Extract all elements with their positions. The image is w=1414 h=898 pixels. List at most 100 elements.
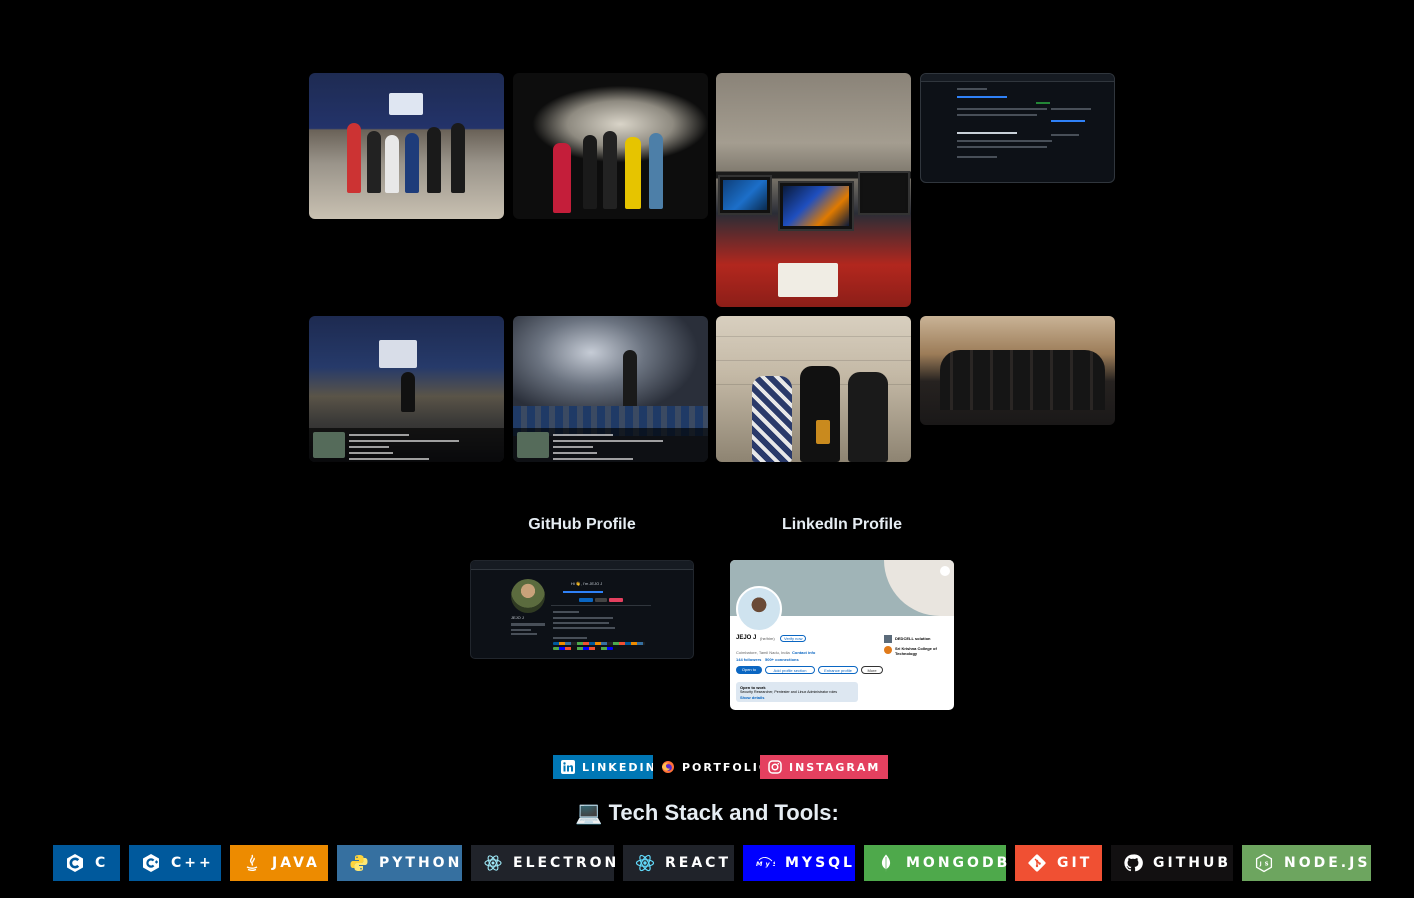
person-figure bbox=[427, 127, 441, 193]
college-logo bbox=[884, 646, 892, 654]
gps-line bbox=[553, 446, 593, 448]
instagram-badge[interactable]: INSTAGRAM bbox=[760, 755, 889, 779]
gh-badge bbox=[553, 647, 613, 650]
tech-badge-java[interactable]: JAVA bbox=[230, 845, 328, 881]
tech-badge-nodejs[interactable]: JS NODE.JS bbox=[1242, 845, 1371, 881]
gallery-photo-award bbox=[513, 73, 708, 219]
gh-line bbox=[553, 622, 609, 624]
person-figure bbox=[385, 135, 399, 193]
gps-line bbox=[553, 452, 597, 454]
tech-label: C++ bbox=[171, 855, 214, 871]
connections-link[interactable]: 500+ connections bbox=[765, 657, 799, 662]
firefox-icon bbox=[661, 760, 675, 774]
open-to-work-box[interactable]: Open to work Security Researcher, Pentes… bbox=[736, 682, 858, 702]
gps-map-thumbnail bbox=[313, 432, 345, 458]
portfolio-badge-label: PORTFOLIO bbox=[682, 760, 771, 774]
person-figure bbox=[752, 376, 792, 462]
tech-badge-electron[interactable]: ELECTRON bbox=[471, 845, 616, 881]
linkedin-pronoun: (he/him) bbox=[760, 636, 775, 641]
person-figure bbox=[603, 131, 617, 209]
gps-line bbox=[349, 440, 459, 442]
repo-line bbox=[957, 114, 1037, 116]
tech-badge-cpp[interactable]: C++ bbox=[129, 845, 221, 881]
show-details-link[interactable]: Show details bbox=[740, 695, 764, 700]
tech-label: C bbox=[95, 855, 109, 871]
repo-line bbox=[957, 132, 1017, 134]
avatar bbox=[511, 579, 545, 613]
linkedin-badge[interactable]: LINKEDIN bbox=[553, 755, 665, 779]
gps-line bbox=[349, 446, 389, 448]
gh-line bbox=[563, 591, 603, 593]
person-figure bbox=[367, 131, 381, 193]
org-1: DEDCELL solution bbox=[895, 636, 931, 641]
gh-badge bbox=[553, 642, 645, 645]
linkedin-profile-screenshot[interactable]: JEJO J (he/him) Verify now Coimbatore, T… bbox=[730, 560, 954, 710]
svg-text:MySQL: MySQL bbox=[756, 860, 775, 868]
gps-line bbox=[349, 458, 429, 460]
instagram-icon bbox=[768, 760, 782, 774]
verify-button[interactable]: Verify now bbox=[780, 635, 807, 642]
gh-badge bbox=[595, 598, 607, 602]
gallery-photo-audience-talk bbox=[513, 316, 708, 462]
tech-label: GITHUB bbox=[1153, 855, 1232, 871]
mongodb-icon bbox=[876, 853, 896, 873]
award-trophy bbox=[816, 420, 830, 444]
gps-stamp bbox=[309, 428, 504, 462]
projector-screen bbox=[379, 340, 417, 368]
gps-stamp bbox=[513, 428, 708, 462]
person-figure bbox=[583, 135, 597, 209]
more-button[interactable]: More bbox=[861, 666, 883, 674]
repo-line bbox=[957, 156, 997, 158]
tech-badge-github[interactable]: GITHUB bbox=[1111, 845, 1233, 881]
instagram-badge-label: INSTAGRAM bbox=[789, 760, 881, 774]
gallery-photo-seminar-hall bbox=[309, 316, 504, 462]
laptop-screen bbox=[783, 186, 849, 226]
gh-line bbox=[553, 637, 587, 639]
org-2: Sri Krishna College of Technology bbox=[895, 646, 937, 656]
git-icon bbox=[1027, 853, 1047, 873]
person-figure bbox=[649, 133, 663, 209]
avatar bbox=[736, 586, 782, 632]
github-profile-screenshot[interactable]: JEJO J Hi 👋, I'm JEJO J bbox=[470, 560, 694, 659]
gh-line bbox=[553, 611, 579, 613]
person-figure bbox=[451, 123, 465, 193]
gh-badge bbox=[579, 598, 593, 602]
tech-badge-mysql[interactable]: MySQL MYSQL bbox=[743, 845, 855, 881]
tech-label: MYSQL bbox=[785, 855, 855, 871]
python-icon bbox=[349, 853, 369, 873]
open-to-work-desc: Security Researcher, Pentester and Linux… bbox=[740, 690, 838, 694]
gallery-photo-github-repo bbox=[920, 73, 1115, 183]
open-to-button[interactable]: Open to bbox=[736, 666, 762, 674]
contact-info-link[interactable]: Contact info bbox=[792, 650, 815, 655]
github-greeting: Hi 👋, I'm JEJO J bbox=[571, 581, 603, 586]
laptop-screen bbox=[863, 176, 905, 210]
add-profile-section-button[interactable]: Add profile section bbox=[765, 666, 815, 674]
repo-line bbox=[1051, 108, 1091, 110]
group-crowd bbox=[940, 350, 1105, 410]
gallery-photo-group bbox=[920, 316, 1115, 425]
tech-badge-react[interactable]: REACT bbox=[623, 845, 734, 881]
github-icon bbox=[1123, 853, 1143, 873]
laptop bbox=[858, 171, 910, 215]
wall-row bbox=[716, 360, 911, 361]
linkedin-location: Coimbatore, Tamil Nadu, India bbox=[736, 650, 790, 655]
gps-line bbox=[349, 452, 393, 454]
enhance-profile-button[interactable]: Enhance profile bbox=[818, 666, 858, 674]
tech-label: JAVA bbox=[272, 855, 320, 871]
tech-badge-python[interactable]: PYTHON bbox=[337, 845, 462, 881]
tech-badge-mongodb[interactable]: MONGODB bbox=[864, 845, 1007, 881]
github-profile-title: GitHub Profile bbox=[528, 516, 636, 533]
person-figure bbox=[800, 366, 840, 462]
tech-badge-git[interactable]: GIT bbox=[1015, 845, 1102, 881]
repo-line bbox=[957, 140, 1052, 142]
gallery-photo-event-stage bbox=[309, 73, 504, 219]
followers-link[interactable]: 144 followers bbox=[736, 657, 761, 662]
laptop-screen bbox=[723, 180, 767, 210]
gps-line bbox=[349, 434, 409, 436]
person-figure bbox=[553, 143, 571, 213]
tech-label: MONGODB bbox=[906, 855, 1011, 871]
tech-badge-c[interactable]: C bbox=[53, 845, 120, 881]
poster-sign bbox=[778, 263, 838, 297]
gallery-photo-laptops bbox=[716, 73, 911, 307]
browser-bar bbox=[921, 74, 1114, 82]
